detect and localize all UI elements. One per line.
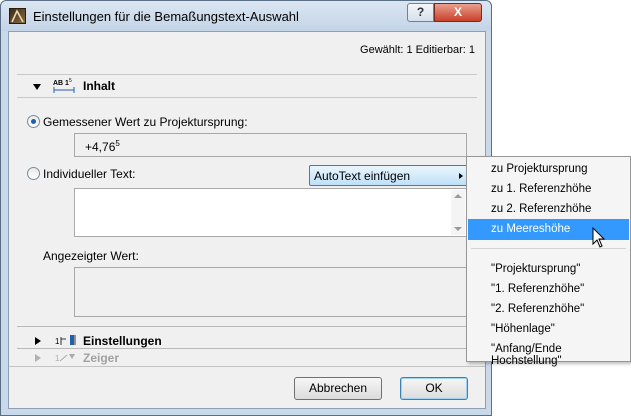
menu-item-1-referenzhoehe[interactable]: "1. Referenzhöhe" bbox=[468, 279, 629, 300]
section-label-einstellungen: Einstellungen bbox=[83, 334, 162, 348]
menu-item-zu-projektursprung[interactable]: zu Projektursprung bbox=[468, 159, 629, 180]
archicad-app-icon bbox=[9, 8, 26, 24]
mouse-pointer-icon bbox=[592, 226, 606, 252]
section-header-zeiger[interactable]: 1 Zeiger bbox=[17, 350, 477, 366]
title-bar[interactable]: Einstellungen für die Bemaßungstext-Ausw… bbox=[1, 1, 491, 31]
scroll-down-icon[interactable] bbox=[454, 227, 462, 231]
expand-triangle-icon[interactable] bbox=[35, 337, 41, 345]
menu-item-zu-1-referenzhoehe[interactable]: zu 1. Referenzhöhe bbox=[468, 179, 629, 200]
close-button[interactable]: X bbox=[434, 3, 482, 22]
svg-text:AB: AB bbox=[53, 80, 63, 87]
displayed-value-label: Angezeigter Wert: bbox=[43, 249, 139, 263]
autotext-menu: zu Projektursprung zu 1. Referenzhöhe zu… bbox=[466, 156, 631, 367]
autotext-insert-button[interactable]: AutoText einfügen bbox=[309, 165, 469, 186]
measured-value-text: +4,765 bbox=[85, 139, 120, 154]
pointer-icon: 1 bbox=[55, 350, 79, 367]
autotext-insert-label: AutoText einfügen bbox=[314, 169, 411, 183]
section-divider bbox=[17, 348, 477, 349]
cancel-button[interactable]: Abbrechen bbox=[294, 377, 382, 400]
displayed-value-field bbox=[74, 267, 467, 317]
svg-text:1: 1 bbox=[55, 337, 60, 346]
dimension-text-icon: AB 1 5 bbox=[53, 78, 77, 97]
menu-item-projektursprung[interactable]: "Projektursprung" bbox=[468, 259, 629, 280]
selection-info: Gewählt: 1 Editierbar: 1 bbox=[360, 44, 475, 56]
menu-item-2-referenzhoehe[interactable]: "2. Referenzhöhe" bbox=[468, 299, 629, 320]
section-label-zeiger: Zeiger bbox=[83, 351, 120, 365]
custom-text-label: Individueller Text: bbox=[43, 167, 136, 181]
collapse-triangle-icon[interactable] bbox=[33, 84, 41, 90]
dialog-window: Einstellungen für die Bemaßungstext-Ausw… bbox=[0, 0, 492, 416]
window-title: Einstellungen für die Bemaßungstext-Ausw… bbox=[33, 9, 299, 24]
menu-item-hoehenlage[interactable]: "Höhenlage" bbox=[468, 319, 629, 340]
menu-item-zu-2-referenzhoehe[interactable]: zu 2. Referenzhöhe bbox=[468, 199, 629, 220]
expand-triangle-icon[interactable] bbox=[35, 354, 41, 362]
measured-value-field: +4,765 bbox=[74, 133, 467, 157]
radio-measured-value[interactable] bbox=[27, 115, 40, 128]
ok-button[interactable]: OK bbox=[400, 377, 468, 400]
dialog-client-area: Gewählt: 1 Editierbar: 1 AB 1 5 Inhalt G… bbox=[8, 31, 486, 409]
section-label-inhalt: Inhalt bbox=[83, 79, 115, 93]
custom-text-scrollbar[interactable] bbox=[451, 190, 465, 235]
menu-item-anfang-ende-hochstellung[interactable]: "Anfang/Ende Hochstellung" bbox=[468, 339, 629, 367]
section-header-inhalt[interactable]: AB 1 5 Inhalt bbox=[17, 74, 477, 98]
measured-value-label: Gemessener Wert zu Projektursprung: bbox=[43, 115, 248, 129]
footer-divider bbox=[9, 366, 485, 367]
custom-text-input[interactable] bbox=[74, 188, 467, 237]
scroll-up-icon[interactable] bbox=[454, 194, 462, 198]
section-divider bbox=[17, 326, 477, 327]
help-button[interactable]: ? bbox=[407, 3, 434, 22]
svg-text:5: 5 bbox=[69, 78, 72, 84]
svg-text:1: 1 bbox=[55, 354, 60, 363]
submenu-arrow-icon bbox=[459, 173, 463, 179]
radio-custom-text[interactable] bbox=[27, 167, 40, 180]
